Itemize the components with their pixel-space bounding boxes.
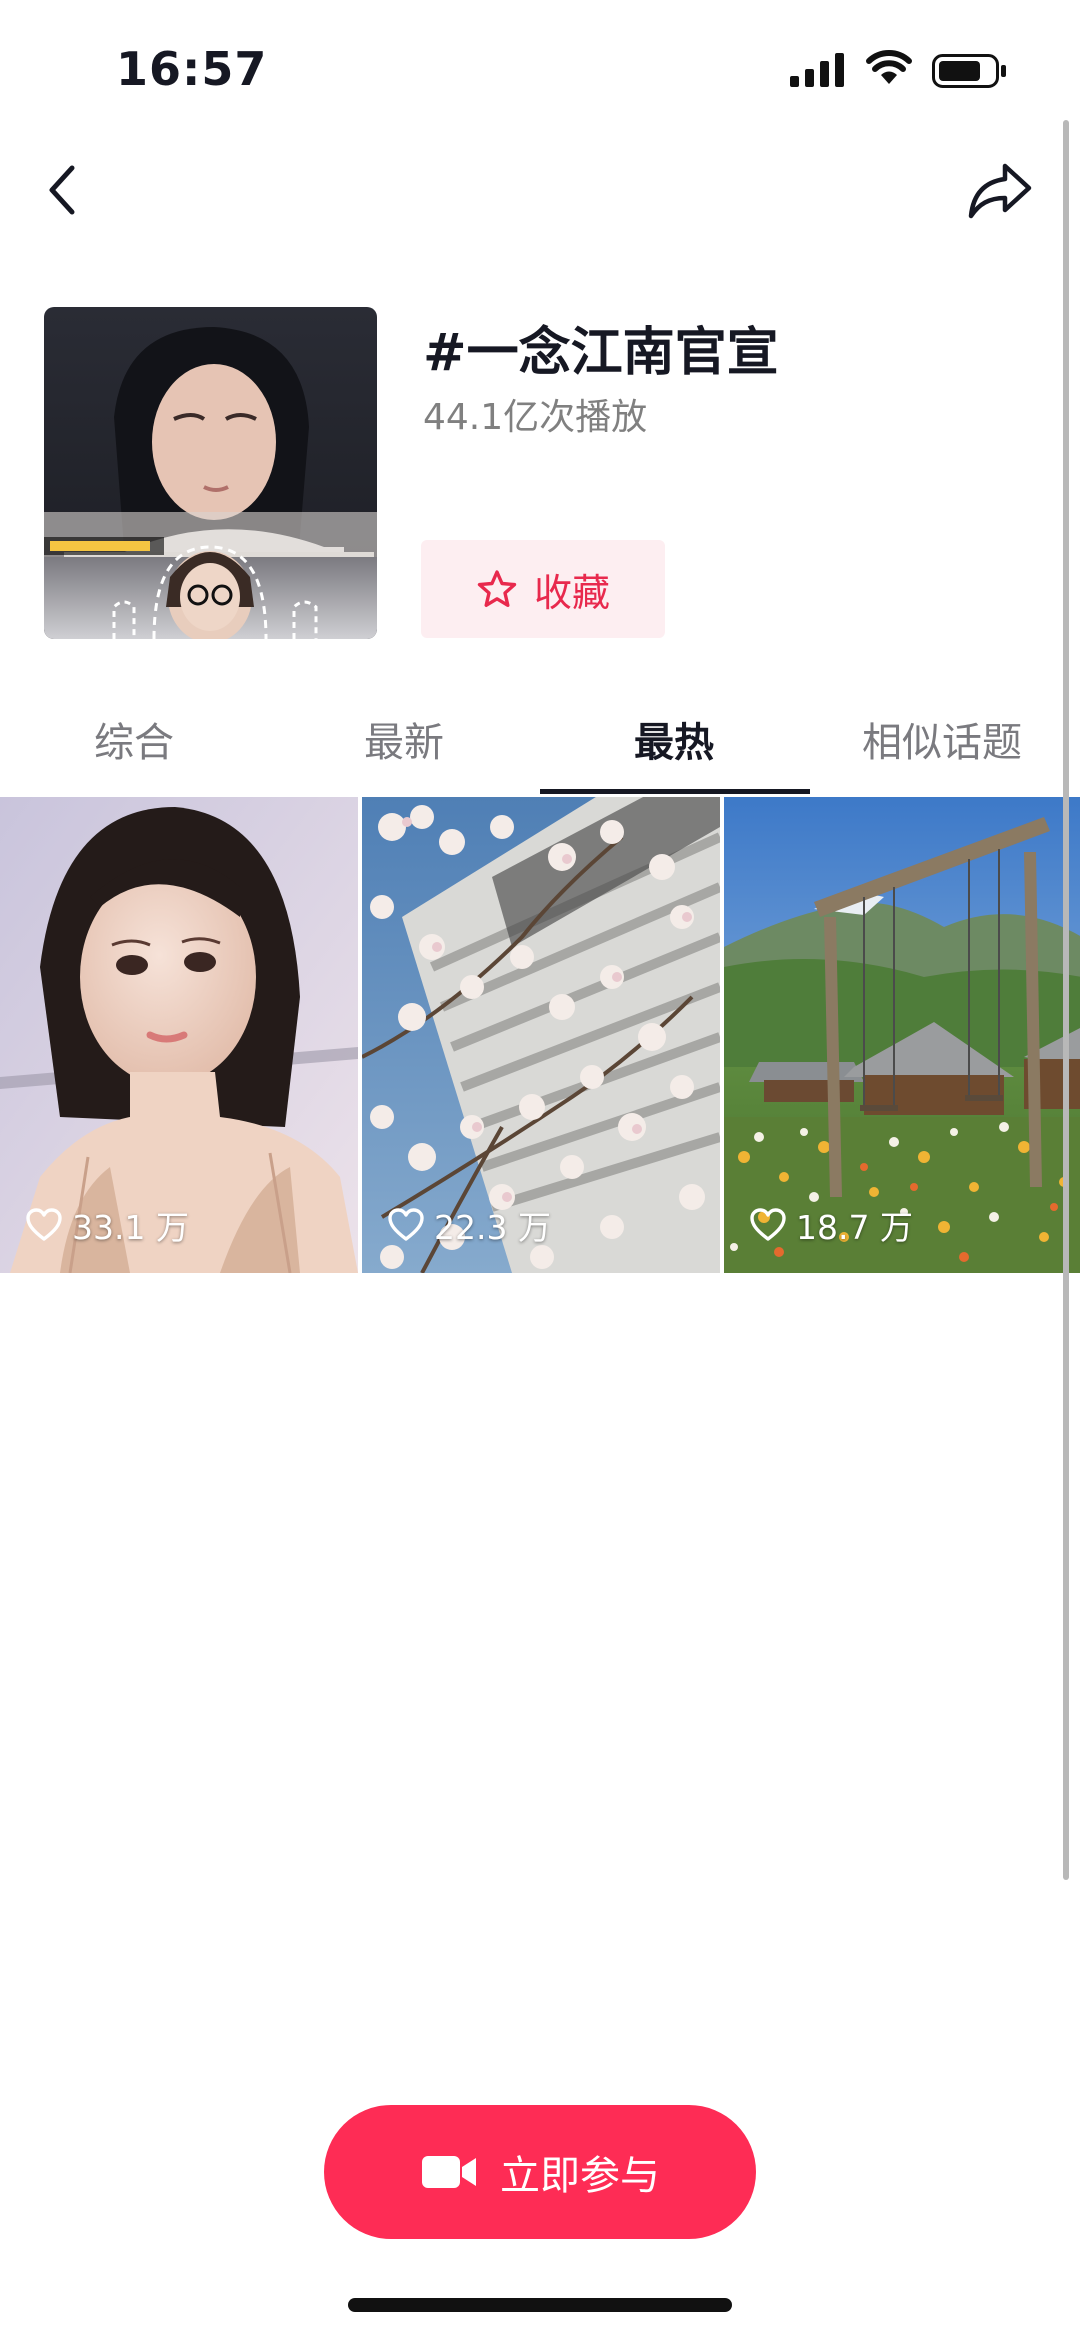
- heart-icon: [388, 1208, 424, 1241]
- tab-latest[interactable]: 最新: [364, 710, 444, 768]
- wifi-icon: [866, 50, 912, 84]
- cover-illustration: [44, 307, 377, 639]
- video-card[interactable]: 18.7 万: [724, 797, 1080, 1273]
- battery-icon: [932, 54, 1006, 88]
- topic-title: #一念江南官宣: [423, 323, 779, 383]
- heart-icon: [26, 1208, 62, 1241]
- status-time: 16:57: [116, 42, 268, 96]
- likes-count: 33.1 万: [72, 1208, 189, 1247]
- share-button[interactable]: [965, 158, 1035, 224]
- favorite-button[interactable]: 收藏: [421, 540, 665, 638]
- share-arrow-icon: [968, 163, 1032, 219]
- scrollbar[interactable]: [1063, 120, 1069, 1880]
- cellular-signal-icon: [790, 53, 844, 87]
- likes-badge: 22.3 万: [388, 1201, 551, 1249]
- join-now-button[interactable]: 立即参与: [324, 2105, 756, 2239]
- likes-count: 18.7 万: [796, 1208, 913, 1247]
- tab-comprehensive[interactable]: 综合: [94, 710, 174, 768]
- play-count: 44.1亿次播放: [423, 397, 648, 438]
- video-grid: 33.1 万 22.3 万 18.7 万: [0, 797, 1080, 1273]
- topic-cover-image[interactable]: [44, 307, 377, 639]
- join-now-label: 立即参与: [500, 2153, 660, 2199]
- status-bar: 16:57: [0, 0, 1080, 130]
- chevron-left-icon: [49, 165, 75, 215]
- active-tab-indicator: [540, 789, 810, 794]
- home-indicator[interactable]: [348, 2298, 732, 2312]
- likes-badge: 33.1 万: [26, 1201, 189, 1249]
- heart-icon: [750, 1208, 786, 1241]
- video-card[interactable]: 33.1 万: [0, 797, 358, 1273]
- back-button[interactable]: [40, 160, 90, 220]
- video-card[interactable]: 22.3 万: [362, 797, 720, 1273]
- topic-page: 16:57 #一念江南官宣 44.1亿次播放 收藏 综合 最新 最热 相似话题 …: [0, 0, 1080, 2337]
- tab-hottest[interactable]: 最热: [634, 710, 714, 768]
- video-camera-icon: [422, 2156, 476, 2188]
- favorite-label: 收藏: [533, 570, 610, 615]
- likes-count: 22.3 万: [434, 1208, 551, 1247]
- tab-similar-topics[interactable]: 相似话题: [862, 710, 1022, 768]
- star-icon: [477, 570, 517, 607]
- likes-badge: 18.7 万: [750, 1201, 913, 1249]
